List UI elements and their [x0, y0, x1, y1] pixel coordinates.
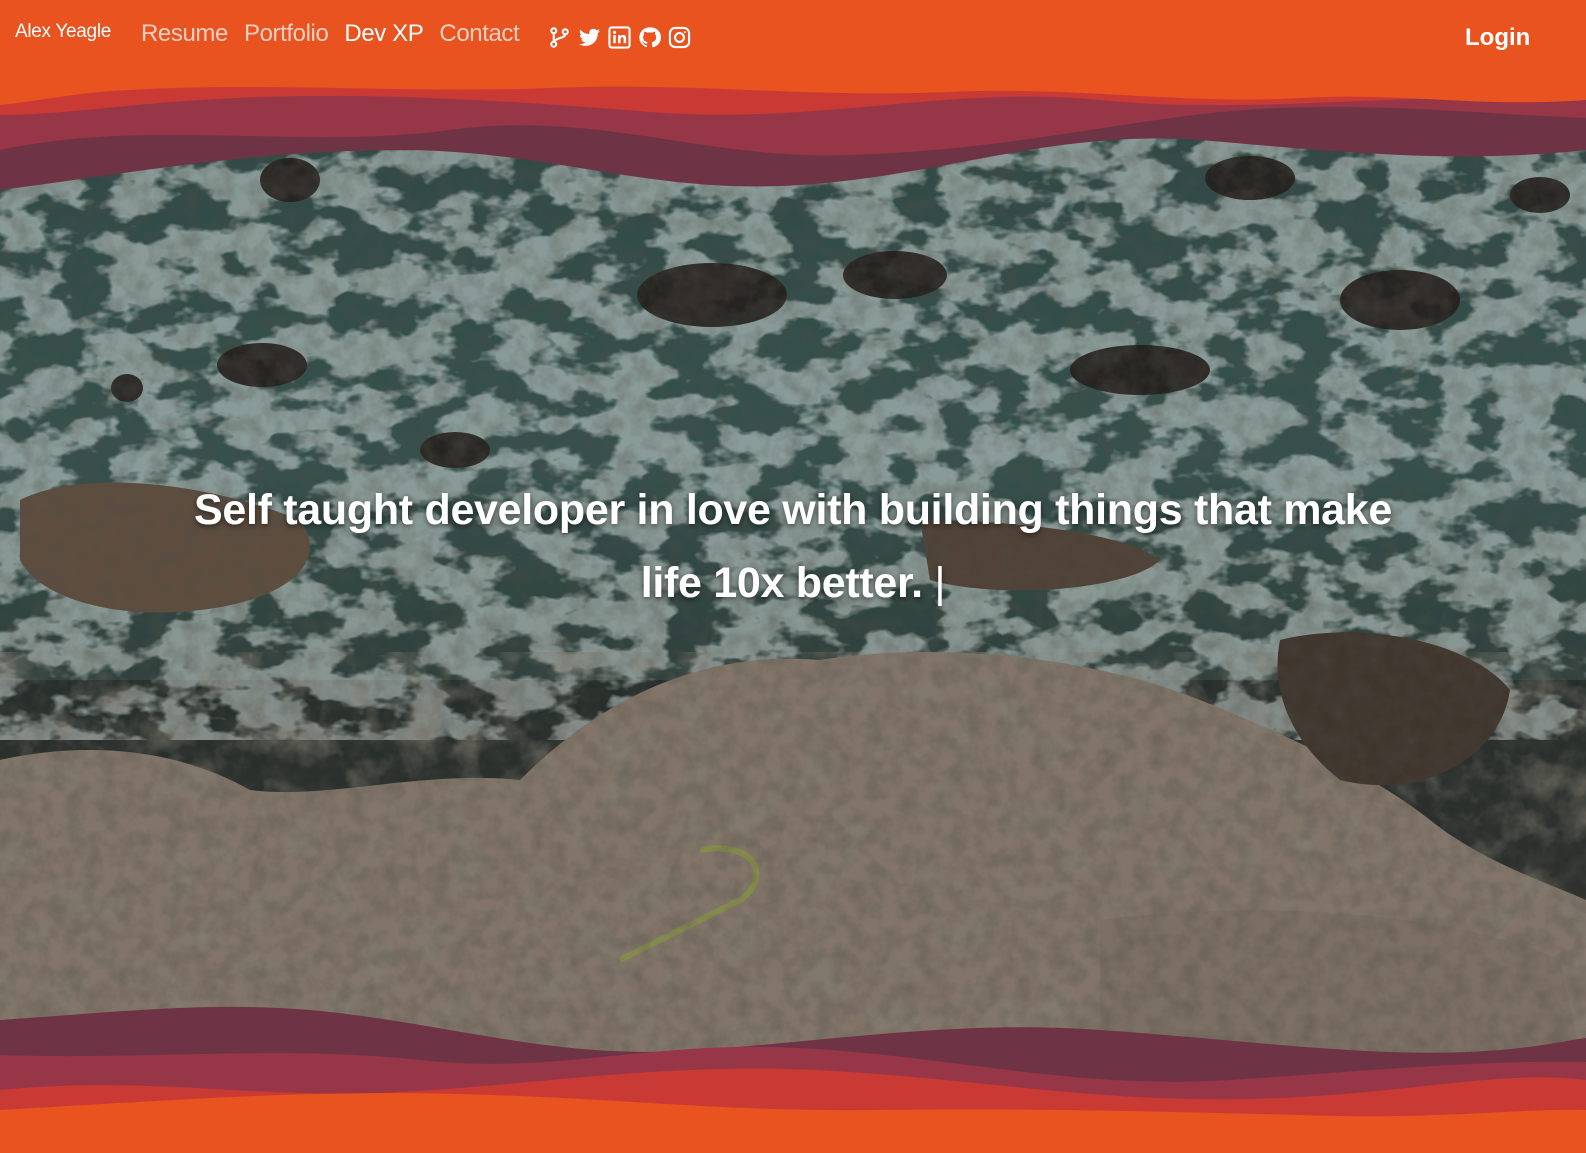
- nav-resume-link[interactable]: Resume: [141, 20, 228, 48]
- twitter-icon[interactable]: [577, 25, 601, 49]
- git-branch-icon[interactable]: [547, 25, 571, 49]
- nav-portfolio-link[interactable]: Portfolio: [244, 20, 329, 48]
- typing-cursor: |: [934, 559, 946, 607]
- tagline-text: Self taught developer in love with build…: [193, 486, 1393, 607]
- linkedin-icon[interactable]: [607, 25, 631, 49]
- nav-links: Resume Portfolio Dev XP Contact: [141, 20, 535, 48]
- nav-devxp-link[interactable]: Dev XP: [344, 20, 423, 48]
- instagram-icon[interactable]: [667, 25, 691, 49]
- github-icon[interactable]: [637, 25, 661, 49]
- nav-contact-link[interactable]: Contact: [439, 20, 519, 48]
- brand-link[interactable]: Alex Yeagle: [15, 21, 111, 43]
- hero-tagline: Self taught developer in love with build…: [190, 474, 1396, 620]
- top-nav: Alex Yeagle Resume Portfolio Dev XP Cont…: [0, 0, 1586, 80]
- login-button[interactable]: Login: [1465, 24, 1530, 52]
- social-links: [547, 25, 691, 49]
